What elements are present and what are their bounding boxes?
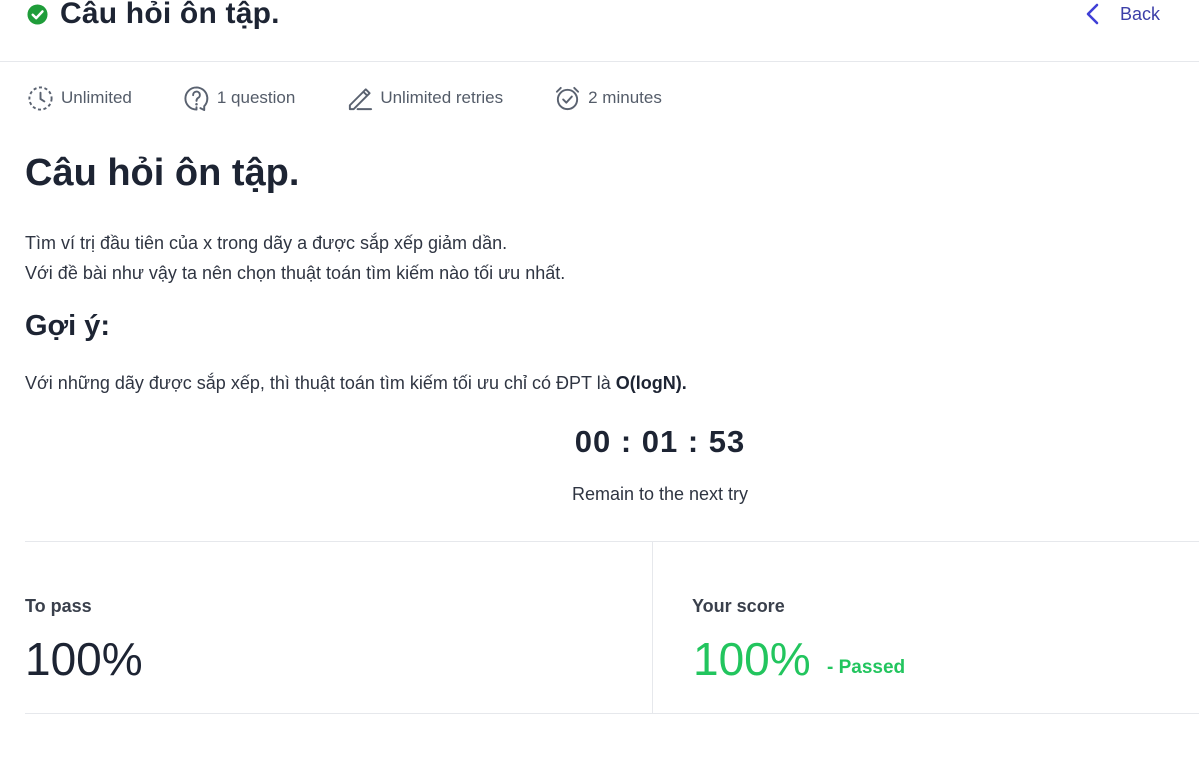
description-line-1: Tìm ví trị đầu tiên của x trong dãy a đư… <box>25 233 508 253</box>
hint-complexity: O(logN). <box>615 373 687 393</box>
page-title: Câu hỏi ôn tập. <box>25 152 300 194</box>
back-button[interactable]: Back <box>1084 0 1160 28</box>
hint-title: Gợi ý: <box>25 310 111 342</box>
meta-retries-text: Unlimited retries <box>380 88 504 107</box>
hint-text-body: Với những dãy được sắp xếp, thì thuật to… <box>25 373 611 393</box>
meta-time-limit-text: Unlimited <box>61 88 132 107</box>
your-score-value: 100% <box>693 633 811 685</box>
check-circle-icon <box>27 3 48 25</box>
meta-questions-text: 1 question <box>216 88 296 107</box>
results-panel: To pass 100% Your score 100% - Passed <box>25 541 1199 714</box>
your-score-label: Your score <box>692 596 785 616</box>
hint-text: Với những dãy được sắp xếp, thì thuật to… <box>25 373 687 394</box>
countdown-caption: Remain to the next try <box>571 484 749 504</box>
top-header: Câu hỏi ôn tập. Back <box>0 0 1199 62</box>
question-description: Tìm ví trị đầu tiên của x trong dãy a đư… <box>25 228 565 288</box>
retry-countdown: 00 : 01 : 53 <box>574 424 746 459</box>
meta-duration-text: 2 minutes <box>588 88 662 107</box>
meta-duration: 2 minutes <box>554 85 662 112</box>
back-label: Back <box>1120 3 1161 24</box>
header-title-group: Câu hỏi ôn tập. <box>27 0 280 34</box>
score-status: - Passed <box>827 657 906 678</box>
dashed-clock-icon <box>28 85 53 111</box>
results-divider <box>652 542 653 713</box>
meta-time-limit: Unlimited <box>27 85 132 112</box>
alarm-clock-icon <box>556 86 580 110</box>
pencil-edit-icon <box>349 87 373 110</box>
to-pass-label: To pass <box>25 596 92 616</box>
meta-questions: 1 question <box>183 85 295 112</box>
header-title: Câu hỏi ôn tập. <box>60 0 280 30</box>
quiz-meta-row: Unlimited 1 question Unlimited retries 2… <box>27 82 713 114</box>
quiz-result-page: Câu hỏi ôn tập. Back Unlimited 1 questio… <box>0 0 1199 770</box>
to-pass-value: 100% <box>25 633 143 685</box>
meta-retries: Unlimited retries <box>346 85 503 112</box>
description-line-2: Với đề bài như vậy ta nên chọn thuật toá… <box>25 263 566 283</box>
question-bubble-icon <box>184 85 209 111</box>
chevron-left-icon <box>1086 3 1099 25</box>
